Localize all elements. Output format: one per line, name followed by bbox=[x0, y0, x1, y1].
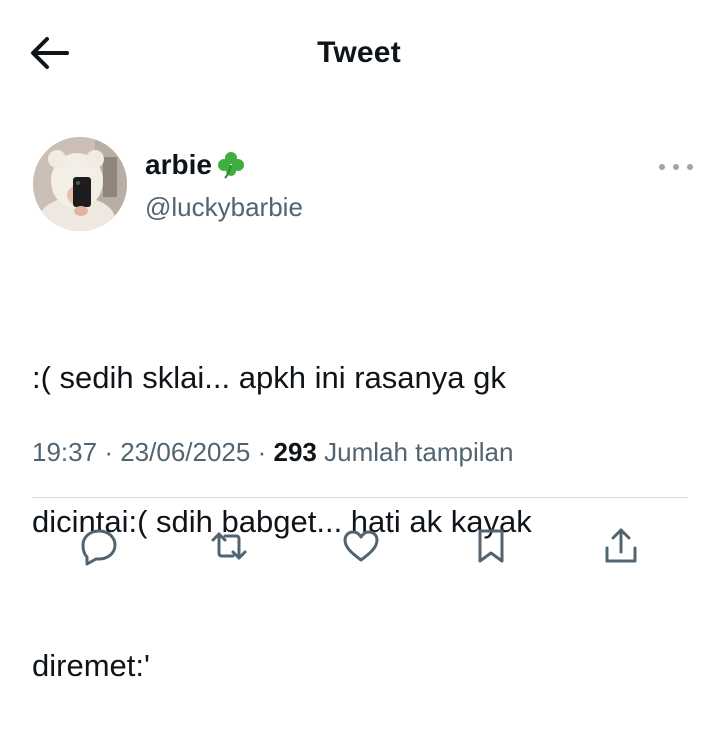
tweet-author: arbie @luckybarbie bbox=[33, 137, 693, 233]
like-button[interactable] bbox=[338, 522, 384, 570]
header: Tweet bbox=[0, 0, 718, 108]
bookmark-icon bbox=[478, 529, 504, 563]
clover-emoji-icon bbox=[214, 149, 248, 181]
page-title: Tweet bbox=[317, 36, 401, 69]
more-options-button[interactable] bbox=[659, 159, 693, 175]
separator: · bbox=[257, 437, 267, 467]
separator: · bbox=[104, 437, 113, 467]
action-bar bbox=[0, 522, 718, 574]
display-name-text: arbie bbox=[145, 149, 212, 180]
reply-button[interactable] bbox=[76, 522, 122, 570]
avatar[interactable] bbox=[33, 137, 127, 231]
tweet-text-line: :( sedih sklai... apkh ini rasanya gk bbox=[32, 360, 506, 395]
like-icon bbox=[343, 530, 379, 562]
tweet-time[interactable]: 19:37 bbox=[32, 437, 97, 467]
more-dot bbox=[673, 164, 679, 170]
divider bbox=[32, 497, 688, 498]
reply-icon bbox=[81, 529, 117, 566]
views-count[interactable]: 293 bbox=[274, 437, 317, 467]
tweet-text-line: diremet:' bbox=[32, 648, 150, 683]
avatar-photo bbox=[33, 137, 127, 231]
more-dot bbox=[687, 164, 693, 170]
display-name[interactable]: arbie bbox=[145, 149, 248, 181]
share-button[interactable] bbox=[598, 522, 644, 570]
tweet-text: :( sedih sklai... apkh ini rasanya gk di… bbox=[32, 258, 672, 738]
tweet-meta: 19:37 · 23/06/2025 · 293 Jumlah tampilan bbox=[32, 437, 513, 468]
retweet-button[interactable] bbox=[206, 522, 252, 570]
tweet-date[interactable]: 23/06/2025 bbox=[120, 437, 250, 467]
bookmark-button[interactable] bbox=[468, 522, 514, 570]
share-icon bbox=[605, 528, 637, 563]
user-handle[interactable]: @luckybarbie bbox=[145, 192, 303, 223]
views-label[interactable]: Jumlah tampilan bbox=[324, 437, 513, 467]
more-dot bbox=[659, 164, 665, 170]
retweet-icon bbox=[211, 532, 247, 560]
